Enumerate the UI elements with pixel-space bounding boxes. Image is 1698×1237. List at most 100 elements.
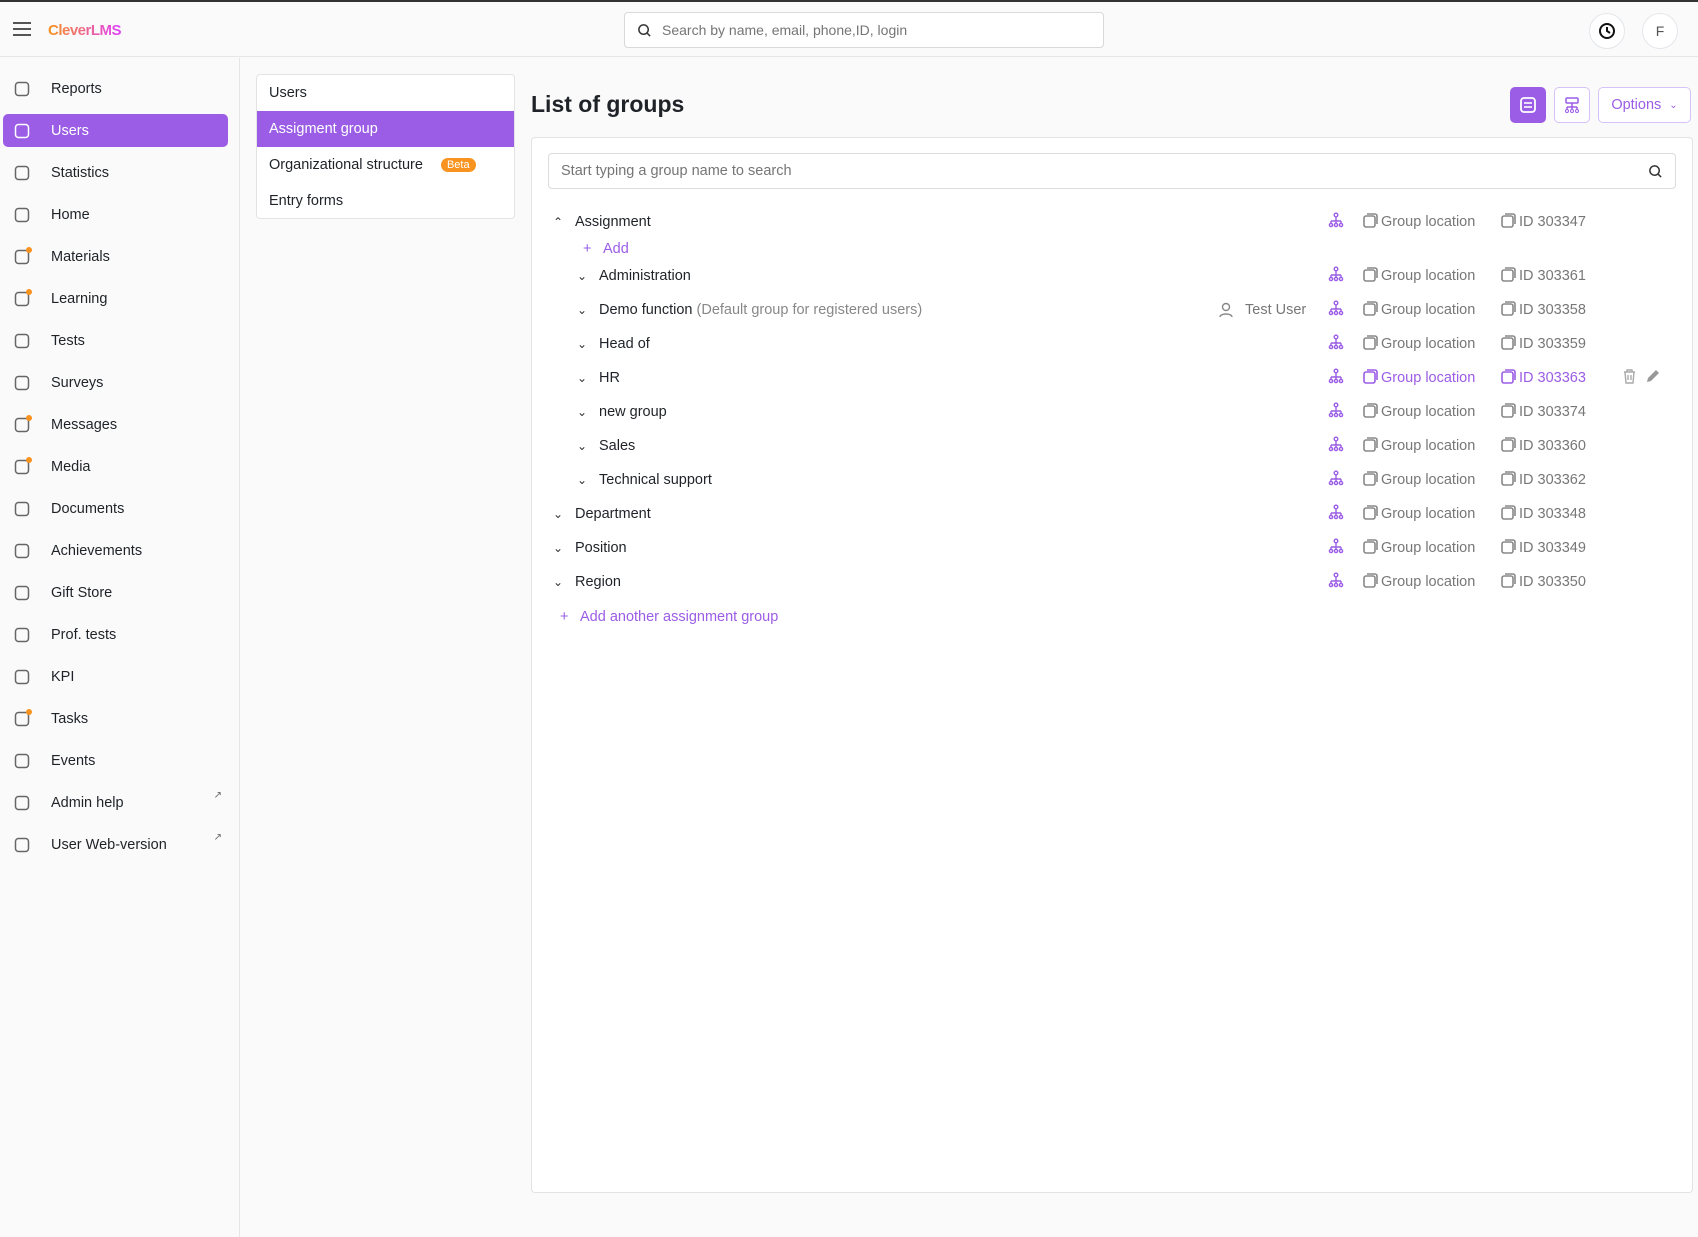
sidebar-item-documents[interactable]: Documents: [3, 492, 228, 525]
sidebar-item-kpi[interactable]: KPI: [3, 660, 228, 693]
chevron-down-icon[interactable]: ⌄: [575, 473, 589, 487]
sidebar-item-events[interactable]: Events: [3, 744, 228, 777]
hierarchy-icon[interactable]: [1328, 334, 1344, 354]
group-location-link[interactable]: Group location: [1381, 438, 1475, 454]
sidebar-item-gift-store[interactable]: Gift Store: [3, 576, 228, 609]
copy-id-icon[interactable]: [1500, 572, 1517, 593]
sidebar-item-statistics[interactable]: Statistics: [3, 156, 228, 189]
hierarchy-icon[interactable]: [1328, 572, 1344, 592]
sidebar-item-tests[interactable]: Tests: [3, 324, 228, 357]
copy-location-icon[interactable]: [1362, 334, 1379, 355]
copy-location-icon[interactable]: [1362, 470, 1379, 491]
group-location-link[interactable]: Group location: [1381, 506, 1475, 522]
copy-id-icon[interactable]: [1500, 334, 1517, 355]
subnav-assignment-group[interactable]: Assigment group: [257, 111, 514, 147]
sidebar-item-messages[interactable]: Messages: [3, 408, 228, 441]
copy-id-icon[interactable]: [1500, 538, 1517, 559]
add-subgroup-button[interactable]: + Add: [532, 234, 1692, 264]
sidebar-item-surveys[interactable]: Surveys: [3, 366, 228, 399]
group-name[interactable]: Head of: [599, 336, 650, 352]
sidebar-item-users[interactable]: Users: [3, 114, 228, 147]
group-name[interactable]: Department: [575, 506, 651, 522]
hierarchy-icon[interactable]: [1328, 368, 1344, 388]
copy-id-icon[interactable]: [1500, 402, 1517, 423]
copy-id-icon[interactable]: [1500, 368, 1517, 389]
list-view-button[interactable]: [1510, 87, 1546, 123]
global-search[interactable]: [624, 12, 1104, 48]
copy-location-icon[interactable]: [1362, 402, 1379, 423]
group-name[interactable]: new group: [599, 404, 667, 420]
group-name[interactable]: HR: [599, 370, 620, 386]
copy-id-icon[interactable]: [1500, 436, 1517, 457]
copy-id-icon[interactable]: [1500, 266, 1517, 287]
copy-location-icon[interactable]: [1362, 368, 1379, 389]
group-name[interactable]: Demo function (Default group for registe…: [599, 302, 922, 318]
group-name[interactable]: Position: [575, 540, 627, 556]
chevron-down-icon[interactable]: ⌄: [575, 439, 589, 453]
group-name[interactable]: Administration: [599, 268, 691, 284]
avatar[interactable]: F: [1642, 13, 1678, 49]
tree-view-button[interactable]: [1554, 87, 1590, 123]
group-search-input[interactable]: [561, 163, 1648, 179]
group-name[interactable]: Assignment: [575, 214, 651, 230]
subnav-entry-forms[interactable]: Entry forms: [257, 183, 514, 219]
subnav-organizational-structure[interactable]: Organizational structure Beta: [257, 147, 514, 183]
chevron-down-icon[interactable]: ⌄: [575, 269, 589, 283]
sidebar-item-reports[interactable]: Reports: [3, 72, 228, 105]
menu-icon[interactable]: [13, 22, 31, 36]
group-location-link[interactable]: Group location: [1381, 404, 1475, 420]
sidebar-item-home[interactable]: Home: [3, 198, 228, 231]
subnav-users[interactable]: Users: [257, 75, 514, 111]
group-location-link[interactable]: Group location: [1381, 574, 1475, 590]
group-location-link[interactable]: Group location: [1381, 540, 1475, 556]
delete-icon[interactable]: [1622, 368, 1637, 388]
hierarchy-icon[interactable]: [1328, 436, 1344, 456]
group-location-link[interactable]: Group location: [1381, 302, 1475, 318]
copy-id-icon[interactable]: [1500, 470, 1517, 491]
group-user[interactable]: Test User: [1219, 301, 1306, 319]
sidebar-item-prof-tests[interactable]: Prof. tests: [3, 618, 228, 651]
hierarchy-icon[interactable]: [1328, 212, 1344, 232]
copy-id-icon[interactable]: [1500, 300, 1517, 321]
copy-location-icon[interactable]: [1362, 572, 1379, 593]
hierarchy-icon[interactable]: [1328, 470, 1344, 490]
chevron-down-icon[interactable]: ⌄: [551, 575, 565, 589]
hierarchy-icon[interactable]: [1328, 300, 1344, 320]
hierarchy-icon[interactable]: [1328, 266, 1344, 286]
group-name[interactable]: Region: [575, 574, 621, 590]
copy-location-icon[interactable]: [1362, 504, 1379, 525]
hierarchy-icon[interactable]: [1328, 538, 1344, 558]
sidebar-item-tasks[interactable]: Tasks: [3, 702, 228, 735]
copy-id-icon[interactable]: [1500, 212, 1517, 233]
sidebar-item-user-web-version[interactable]: User Web-version ↗: [3, 828, 228, 861]
hierarchy-icon[interactable]: [1328, 504, 1344, 524]
sidebar-item-materials[interactable]: Materials: [3, 240, 228, 273]
history-button[interactable]: [1589, 13, 1625, 49]
add-assignment-group-button[interactable]: + Add another assignment group: [532, 602, 1692, 632]
sidebar-item-learning[interactable]: Learning: [3, 282, 228, 315]
edit-icon[interactable]: [1645, 368, 1661, 388]
chevron-down-icon[interactable]: ⌄: [575, 303, 589, 317]
copy-location-icon[interactable]: [1362, 300, 1379, 321]
copy-location-icon[interactable]: [1362, 436, 1379, 457]
chevron-down-icon[interactable]: ⌄: [575, 405, 589, 419]
copy-location-icon[interactable]: [1362, 538, 1379, 559]
chevron-down-icon[interactable]: ⌄: [551, 507, 565, 521]
copy-location-icon[interactable]: [1362, 266, 1379, 287]
copy-id-icon[interactable]: [1500, 504, 1517, 525]
chevron-down-icon[interactable]: ⌄: [551, 541, 565, 555]
group-location-link[interactable]: Group location: [1381, 336, 1475, 352]
search-icon[interactable]: [1648, 164, 1663, 179]
group-name[interactable]: Technical support: [599, 472, 712, 488]
sidebar-item-achievements[interactable]: Achievements: [3, 534, 228, 567]
group-location-link[interactable]: Group location: [1381, 472, 1475, 488]
group-search[interactable]: [548, 153, 1676, 189]
hierarchy-icon[interactable]: [1328, 402, 1344, 422]
sidebar-item-media[interactable]: Media: [3, 450, 228, 483]
chevron-up-icon[interactable]: ⌃: [551, 215, 565, 229]
group-location-link[interactable]: Group location: [1381, 370, 1475, 386]
group-location-link[interactable]: Group location: [1381, 268, 1475, 284]
sidebar-item-admin-help[interactable]: Admin help ↗: [3, 786, 228, 819]
chevron-down-icon[interactable]: ⌄: [575, 371, 589, 385]
options-button[interactable]: Options ⌄: [1598, 87, 1691, 123]
